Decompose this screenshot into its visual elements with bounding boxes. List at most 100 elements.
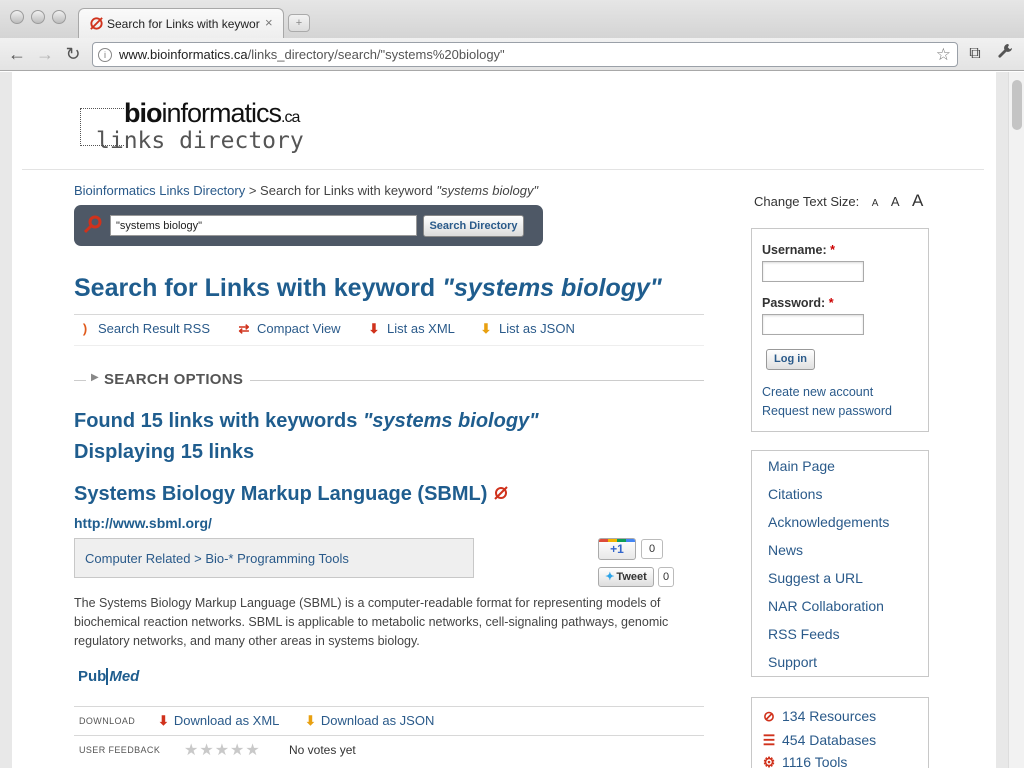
user-feedback-label: USER FEEDBACK bbox=[79, 745, 161, 755]
tools-gear-icon: ⚙ bbox=[762, 754, 776, 768]
wrench-glyph-icon bbox=[998, 44, 1012, 58]
results-summary: Found 15 links with keywords "systems bi… bbox=[74, 406, 539, 468]
feedback-row: USER FEEDBACK ★★★★★ No votes yet bbox=[74, 735, 704, 763]
list-json-link[interactable]: ⬇ List as JSON bbox=[479, 321, 575, 337]
username-label: Username: * bbox=[762, 243, 835, 257]
options-rule-right bbox=[250, 380, 704, 381]
url-path: /links_directory/search/"systems%20biolo… bbox=[247, 47, 505, 62]
pubmed-logo-link[interactable]: Pub Med bbox=[78, 668, 150, 692]
databases-icon: ☰ bbox=[762, 732, 776, 748]
tab-title: Search for Links with keywor bbox=[107, 17, 260, 31]
category-link[interactable]: Computer Related > Bio-* Programming Too… bbox=[85, 551, 349, 566]
request-password-link[interactable]: Request new password bbox=[762, 404, 892, 418]
site-logo[interactable]: bioinformatics.ca links directory bbox=[80, 98, 320, 154]
nav-nar-collaboration[interactable]: NAR Collaboration bbox=[768, 598, 884, 614]
vertical-scrollbar[interactable] bbox=[1008, 72, 1024, 768]
wrench-icon[interactable] bbox=[994, 43, 1016, 65]
stat-tools-link[interactable]: ⚙ 1116 Tools bbox=[760, 754, 848, 768]
result-url-link[interactable]: http://www.sbml.org/ bbox=[74, 515, 212, 531]
password-field[interactable] bbox=[762, 314, 864, 335]
login-panel: Username: * Password: * Log in Create ne… bbox=[751, 228, 929, 432]
page-menu-icon[interactable]: ⧉ bbox=[964, 43, 986, 65]
scrollbar-thumb[interactable] bbox=[1012, 80, 1022, 130]
page-info-icon[interactable]: i bbox=[98, 48, 112, 62]
create-account-link[interactable]: Create new account bbox=[762, 385, 873, 399]
search-key-icon bbox=[83, 215, 102, 234]
nav-suggest-url[interactable]: Suggest a URL bbox=[768, 570, 863, 586]
back-icon[interactable]: ← bbox=[6, 43, 28, 65]
download-xml-icon: ⬇ bbox=[368, 321, 380, 336]
breadcrumb: Bioinformatics Links Directory > Search … bbox=[74, 183, 538, 198]
twitter-bird-icon: ✦ bbox=[605, 571, 615, 583]
reload-icon[interactable]: ↻ bbox=[62, 43, 84, 65]
window-close-button[interactable] bbox=[10, 10, 24, 24]
rss-icon: ) bbox=[82, 321, 88, 336]
nav-acknowledgements[interactable]: Acknowledgements bbox=[768, 514, 889, 530]
gplus-stripe bbox=[599, 539, 635, 542]
search-options-toggle[interactable]: ▶ SEARCH OPTIONS bbox=[74, 371, 704, 391]
sidebar-nav: Main Page Citations Acknowledgements New… bbox=[751, 450, 929, 677]
new-tab-button[interactable]: + bbox=[288, 14, 310, 32]
search-input[interactable] bbox=[110, 215, 417, 236]
nav-rss-feeds[interactable]: RSS Feeds bbox=[768, 626, 840, 642]
forward-icon[interactable]: → bbox=[34, 43, 56, 65]
compact-view-link[interactable]: ⇄ Compact View bbox=[237, 321, 341, 337]
directory-stats: ⊘ 134 Resources ☰ 454 Databases ⚙ 1116 Tool… bbox=[751, 697, 929, 768]
stat-resources-link[interactable]: ⊘ 134 Resources bbox=[760, 708, 876, 725]
tools-bottom-divider bbox=[74, 345, 704, 346]
rss-link[interactable]: ) Search Result RSS bbox=[78, 321, 210, 336]
result-category: Computer Related > Bio-* Programming Too… bbox=[74, 538, 474, 578]
download-xml-link[interactable]: ⬇ Download as XML bbox=[158, 713, 279, 729]
swap-arrows-icon: ⇄ bbox=[238, 321, 250, 336]
username-field[interactable] bbox=[762, 261, 864, 282]
bioinformatics-favicon-icon bbox=[90, 17, 103, 30]
tweet-button[interactable]: ✦ Tweet bbox=[598, 567, 654, 587]
tab-close-icon[interactable]: × bbox=[265, 15, 273, 30]
gplus-label: +1 bbox=[610, 542, 624, 556]
text-size-small-button[interactable]: A bbox=[872, 198, 879, 209]
window-zoom-button[interactable] bbox=[52, 10, 66, 24]
stat-databases-link[interactable]: ☰ 454 Databases bbox=[760, 732, 876, 749]
breadcrumb-home-link[interactable]: Bioinformatics Links Directory bbox=[74, 183, 245, 198]
password-label: Password: * bbox=[762, 296, 834, 310]
search-options-label: SEARCH OPTIONS bbox=[104, 371, 244, 388]
nav-support[interactable]: Support bbox=[768, 654, 817, 670]
votes-text: No votes yet bbox=[289, 743, 356, 757]
login-button[interactable]: Log in bbox=[766, 349, 815, 370]
text-size-large-button[interactable]: A bbox=[912, 191, 923, 211]
download-json-link[interactable]: ⬇ Download as JSON bbox=[305, 713, 434, 729]
breadcrumb-current: Search for Links with keyword "systems b… bbox=[260, 183, 539, 198]
google-plus-one-button[interactable]: +1 bbox=[598, 538, 636, 560]
list-xml-link[interactable]: ⬇ List as XML bbox=[367, 321, 455, 337]
resource-icon bbox=[494, 486, 508, 500]
page-gutter-left bbox=[0, 72, 12, 768]
star-icon[interactable]: ☆ bbox=[936, 45, 951, 65]
gplus-count: 0 bbox=[641, 539, 663, 559]
address-bar[interactable]: i www.bioinformatics.ca/links_directory/… bbox=[92, 42, 958, 67]
text-size-medium-button[interactable]: A bbox=[891, 194, 900, 209]
browser-tab-strip: Search for Links with keywor × + bbox=[0, 0, 1024, 38]
options-rule-left bbox=[74, 380, 86, 381]
web-page: bioinformatics.ca links directory Bioinf… bbox=[12, 72, 996, 768]
nav-main-page[interactable]: Main Page bbox=[768, 458, 835, 474]
nav-citations[interactable]: Citations bbox=[768, 486, 822, 502]
resources-icon: ⊘ bbox=[763, 708, 775, 724]
tweet-label: Tweet bbox=[616, 571, 647, 583]
address-url: www.bioinformatics.ca/links_directory/se… bbox=[119, 47, 505, 62]
download-xml-arrow-icon: ⬇ bbox=[158, 713, 169, 728]
tools-top-divider bbox=[74, 314, 704, 315]
rating-stars-icon[interactable]: ★★★★★ bbox=[184, 740, 261, 760]
tweet-count: 0 bbox=[658, 567, 674, 587]
text-size-label: Change Text Size: bbox=[754, 194, 860, 209]
browser-toolbar: ← → ↻ i www.bioinformatics.ca/links_dire… bbox=[0, 38, 1024, 71]
url-host: www.bioinformatics.ca bbox=[119, 47, 248, 62]
text-size-control: Change Text Size: A A A bbox=[754, 191, 923, 211]
result-title-link[interactable]: Systems Biology Markup Language (SBML) bbox=[74, 483, 509, 506]
result-description: The Systems Biology Markup Language (SBM… bbox=[74, 596, 669, 648]
browser-tab[interactable]: Search for Links with keywor × bbox=[78, 8, 284, 38]
search-directory-button[interactable]: Search Directory bbox=[423, 215, 524, 237]
nav-news[interactable]: News bbox=[768, 542, 803, 558]
breadcrumb-separator: > bbox=[245, 183, 261, 198]
download-row: DOWNLOAD ⬇ Download as XML ⬇ Download as J… bbox=[74, 706, 704, 734]
window-minimize-button[interactable] bbox=[31, 10, 45, 24]
